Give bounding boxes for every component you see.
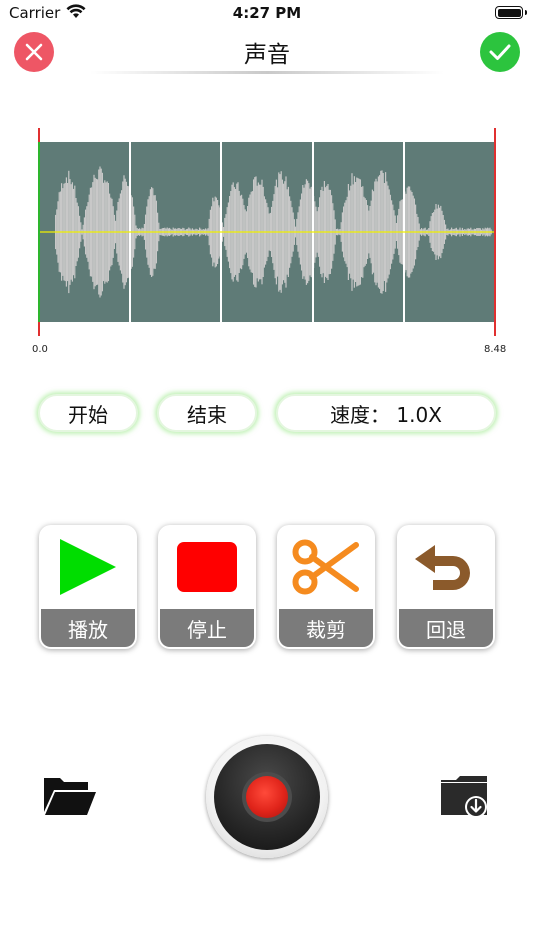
scissors-icon xyxy=(292,539,359,595)
waveform-graphic xyxy=(39,142,495,322)
nav-divider xyxy=(90,71,444,74)
play-button[interactable]: 播放 xyxy=(39,525,137,649)
end-time-label: 8.48 xyxy=(484,344,507,355)
confirm-button[interactable] xyxy=(480,32,520,72)
battery-icon xyxy=(495,6,527,19)
start-marker-handle[interactable] xyxy=(38,142,40,322)
stop-icon xyxy=(177,542,237,592)
waveform-view[interactable] xyxy=(39,142,495,322)
status-bar: Carrier 4:27 PM xyxy=(0,0,534,28)
page-title: 声音 xyxy=(244,42,290,68)
stop-button[interactable]: 停止 xyxy=(158,525,256,649)
trim-button[interactable]: 裁剪 xyxy=(277,525,375,649)
checkmark-icon xyxy=(489,44,511,60)
play-label: 播放 xyxy=(41,609,135,647)
set-end-button[interactable]: 结束 xyxy=(157,394,257,432)
open-folder-icon xyxy=(44,778,96,815)
end-marker-line[interactable] xyxy=(494,128,496,336)
open-folder-button[interactable] xyxy=(42,772,98,818)
speed-button[interactable]: 速度： 1.0X xyxy=(276,394,496,432)
record-button[interactable] xyxy=(206,736,328,858)
play-icon xyxy=(60,539,116,595)
trim-label: 裁剪 xyxy=(279,609,373,647)
undo-label: 回退 xyxy=(399,609,493,647)
undo-icon xyxy=(415,545,470,590)
save-to-folder-button[interactable] xyxy=(440,774,490,820)
folder-download-icon xyxy=(441,776,487,818)
set-start-button[interactable]: 开始 xyxy=(38,394,138,432)
start-time-label: 0.0 xyxy=(32,344,48,355)
record-icon xyxy=(214,744,320,850)
stop-label: 停止 xyxy=(160,609,254,647)
undo-button[interactable]: 回退 xyxy=(397,525,495,649)
status-time: 4:27 PM xyxy=(232,4,302,22)
